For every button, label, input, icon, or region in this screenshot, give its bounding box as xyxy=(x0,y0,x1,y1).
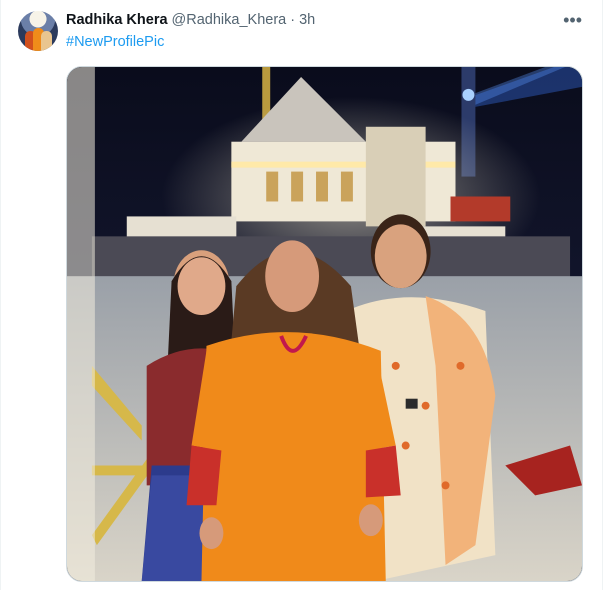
tweet-header: Radhika Khera @Radhika_Khera · 3h xyxy=(66,12,315,30)
timestamp[interactable]: 3h xyxy=(299,12,315,28)
author-handle[interactable]: @Radhika_Khera xyxy=(172,12,287,28)
avatar-figure xyxy=(41,31,52,51)
hashtag-link[interactable]: #NewProfilePic xyxy=(66,34,164,50)
photo-illustration xyxy=(67,67,582,581)
avatar[interactable] xyxy=(18,11,58,51)
media-photo[interactable] xyxy=(66,66,583,582)
tweet-card[interactable]: Radhika Khera @Radhika_Khera · 3h ••• #N… xyxy=(0,0,603,590)
more-horizontal-icon[interactable]: ••• xyxy=(563,10,582,31)
author-name[interactable]: Radhika Khera xyxy=(66,12,168,28)
separator-dot: · xyxy=(290,12,296,28)
